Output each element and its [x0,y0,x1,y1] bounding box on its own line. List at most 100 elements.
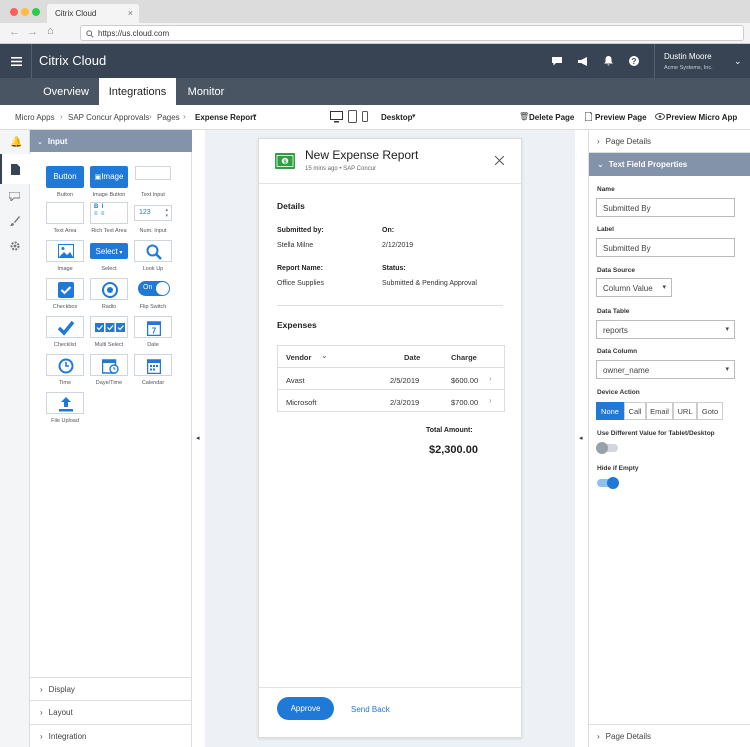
device-select[interactable]: Desktop [381,113,413,122]
back-icon[interactable]: ← [9,26,20,38]
data-table-select[interactable]: reports ▾ [596,320,735,339]
maximize-window-icon[interactable] [32,8,40,16]
device-action-none[interactable]: None [596,402,624,420]
preview-micro-app-button[interactable]: Preview Micro App [666,113,737,122]
gear-icon[interactable] [10,241,20,251]
collapse-left-icon[interactable]: ◂ [196,434,200,442]
component-text-area[interactable]: Text Area [45,202,85,234]
breadcrumb-pages[interactable]: Pages [157,113,180,122]
url-input[interactable]: https://us.cloud.com [80,25,744,41]
label-field[interactable]: Submitted By [596,238,735,257]
browser-tab[interactable]: Citrix Cloud × [47,4,139,23]
device-action-email[interactable]: Email [646,402,673,420]
breadcrumb-expense-report[interactable]: Expense Report [195,113,256,122]
input-section-header[interactable]: ⌄ Input [30,130,192,152]
page-details-header-top[interactable]: › Page Details [589,130,750,153]
select-preview: Select ▾ [90,243,128,259]
component-image-button[interactable]: ▣Image Image Button [89,166,129,198]
display-section-label: Display [48,685,75,694]
column-header-vendor[interactable]: Vendor [286,353,311,362]
bell-icon[interactable]: 🔔 [10,137,22,148]
page-details-header-bottom[interactable]: › Page Details [589,724,750,747]
integration-section[interactable]: › Integration [30,724,192,747]
caret-down-icon[interactable]: ▾ [253,112,257,120]
component-date[interactable]: 7 Date [133,316,173,348]
forward-icon[interactable]: → [27,26,38,38]
pages-tab[interactable] [0,154,30,184]
total-value: $2,300.00 [429,444,478,456]
logo[interactable]: Citrix Cloud [39,53,106,68]
component-look-up[interactable]: Look Up [133,240,173,272]
chat-icon[interactable] [552,57,562,66]
table-row[interactable]: Microsoft 2/3/2019 $700.00 › [278,390,504,412]
report-name-label: Report Name: [277,265,323,272]
component-calendar[interactable]: Calendar [133,354,173,386]
flip-switch-knob [156,282,169,295]
caret-down-icon[interactable]: ▾ [412,112,416,120]
page-icon [11,164,20,175]
tab-integrations[interactable]: Integrations [99,78,176,105]
data-source-select[interactable]: Column Value ▾ [596,278,672,297]
comment-icon[interactable] [9,192,20,201]
component-file-upload[interactable]: File Upload [45,392,85,424]
breadcrumb-sap-concur[interactable]: SAP Concur Approvals [68,113,149,122]
help-icon[interactable]: ? [629,56,639,66]
component-checklist[interactable]: Checklist [45,316,85,348]
component-image[interactable]: Image [45,240,85,272]
component-num-input[interactable]: 123 ▴ ▾ Num. Input [133,202,173,234]
device-action-call[interactable]: Call [624,402,646,420]
component-rich-text-area[interactable]: B I ≡ ≡ Rich Text Area [89,202,129,234]
data-column-label: Data Column [597,348,638,355]
user-name[interactable]: Dustin Moore [664,52,712,61]
hamburger-menu-icon[interactable] [11,57,22,66]
chevron-right-icon: › [597,137,600,146]
display-section[interactable]: › Display [30,677,192,700]
desktop-icon[interactable] [330,111,343,123]
chevron-down-icon[interactable]: ⌄ [734,56,742,67]
hide-if-empty-toggle[interactable] [597,477,619,489]
close-window-icon[interactable] [10,8,18,16]
device-action-url[interactable]: URL [673,402,697,420]
send-back-link[interactable]: Send Back [351,705,390,714]
layout-section[interactable]: › Layout [30,700,192,723]
collapse-right-icon[interactable]: ◂ [579,434,583,442]
device-action-goto[interactable]: Goto [697,402,723,420]
tab-monitor[interactable]: Monitor [176,78,236,105]
submitted-by-value[interactable]: Stella Milne [277,242,313,249]
phone-icon[interactable] [362,111,368,122]
component-button[interactable]: Button Button [45,166,85,198]
caret-down-icon: ▾ [725,366,729,373]
component-date-time[interactable]: Daye/Time [89,354,129,386]
component-text-input[interactable]: Text Input [133,166,173,198]
data-column-select[interactable]: owner_name ▾ [596,360,735,379]
component-flip-switch[interactable]: On Flip Switch [133,278,173,310]
megaphone-icon[interactable] [578,57,588,66]
text-field-properties-header[interactable]: ⌄ Text Field Properties [589,153,750,176]
tablet-icon[interactable] [348,110,357,123]
component-radio[interactable]: Radio [89,278,129,310]
brush-icon[interactable] [10,216,20,226]
home-icon[interactable]: ⌂ [47,25,54,37]
close-tab-icon[interactable]: × [128,8,133,18]
integration-section-label: Integration [48,732,87,741]
table-row[interactable]: Avast 2/5/2019 $600.00 › [278,368,504,390]
breadcrumb-micro-apps[interactable]: Micro Apps [15,113,55,122]
component-multi-select[interactable]: Multi Select [89,316,129,348]
status-label: Status: [382,265,406,272]
bell-icon[interactable] [604,56,613,66]
minimize-window-icon[interactable] [21,8,29,16]
chevron-down-icon[interactable]: ⌄ [321,351,328,360]
component-select[interactable]: Select ▾ Select [89,240,129,272]
app-header: Citrix Cloud ? Dustin Moore Acme Systems… [0,44,750,78]
tab-overview[interactable]: Overview [33,78,99,105]
name-field[interactable]: Submitted By [596,198,735,217]
component-time[interactable]: Time [45,354,85,386]
approve-button[interactable]: Approve [277,697,334,720]
chevron-right-icon: › [40,732,43,741]
delete-page-button[interactable]: Delete Page [529,113,574,122]
radio-preview [90,278,128,300]
component-checkbox[interactable]: Checkbox [45,278,85,310]
use-different-value-toggle[interactable] [596,442,618,454]
preview-page-button[interactable]: Preview Page [595,113,647,122]
close-icon[interactable] [495,156,504,165]
